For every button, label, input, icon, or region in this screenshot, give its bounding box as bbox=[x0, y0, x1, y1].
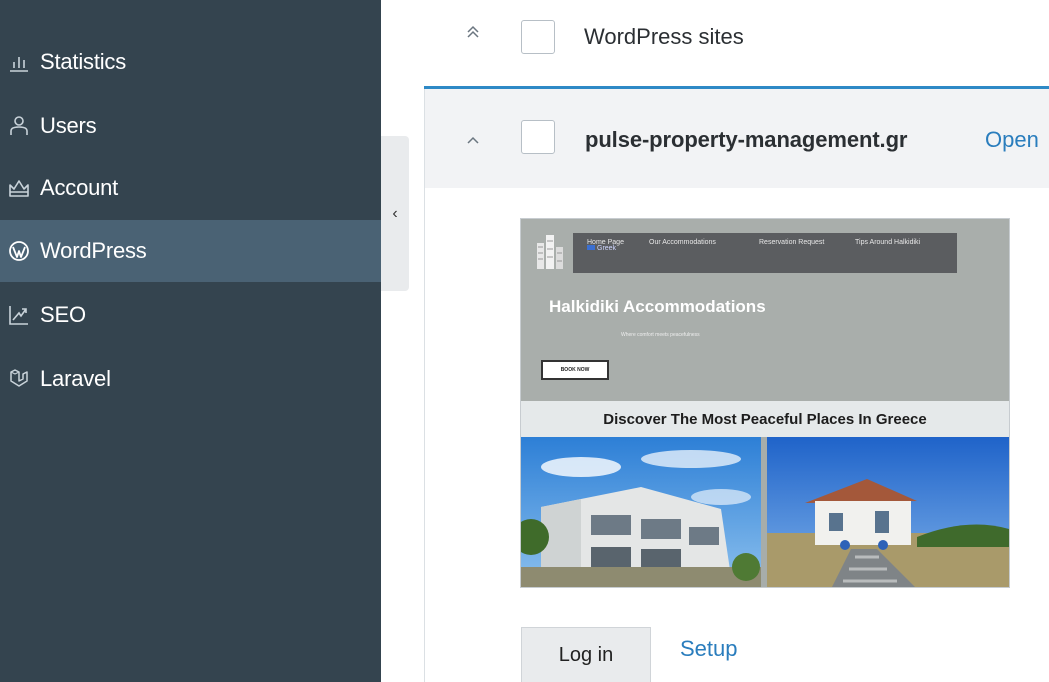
preview-nav-item: Reservation Request bbox=[759, 239, 825, 246]
double-chevron-up-icon[interactable] bbox=[465, 24, 481, 45]
sidebar-item-users[interactable]: Users bbox=[0, 95, 381, 157]
user-icon bbox=[8, 115, 30, 137]
sidebar-item-label: Users bbox=[40, 113, 97, 138]
sidebar-item-label: Laravel bbox=[40, 366, 111, 391]
site-checkbox[interactable] bbox=[521, 120, 555, 154]
main-content: WordPress sites pulse-property-managemen… bbox=[409, 0, 1049, 682]
setup-link[interactable]: Setup bbox=[680, 636, 738, 662]
preview-nav-item: Tips Around Halkidiki bbox=[855, 239, 921, 246]
sidebar: Statistics Users Account WordPress SEO L… bbox=[0, 0, 381, 682]
sidebar-item-label: SEO bbox=[40, 302, 86, 327]
select-all-checkbox[interactable] bbox=[521, 20, 555, 54]
crown-icon bbox=[8, 177, 30, 199]
site-name: pulse-property-management.gr bbox=[585, 127, 908, 152]
preview-nav-item: Our Accommodations bbox=[649, 239, 716, 246]
preview-logo-icon bbox=[537, 235, 563, 269]
sidebar-collapse-button[interactable]: ‹ bbox=[381, 136, 409, 291]
preview-nav: Home Page Our Accommodations Reservation… bbox=[573, 233, 957, 273]
preview-photo-apartments bbox=[521, 437, 761, 587]
laravel-icon bbox=[8, 368, 30, 390]
preview-book-button: BOOK NOW bbox=[541, 360, 609, 380]
sidebar-item-label: Statistics bbox=[40, 49, 127, 74]
preview-photo-house bbox=[767, 437, 1009, 587]
bar-chart-icon bbox=[8, 51, 30, 73]
section-title: WordPress sites bbox=[584, 24, 744, 49]
sidebar-item-wordpress[interactable]: WordPress bbox=[0, 220, 381, 282]
sidebar-item-laravel[interactable]: Laravel bbox=[0, 348, 381, 410]
site-preview[interactable]: Home Page Our Accommodations Reservation… bbox=[520, 218, 1010, 588]
preview-lang: Greek bbox=[587, 245, 616, 252]
preview-hero-title: Halkidiki Accommodations bbox=[549, 297, 766, 316]
trend-icon bbox=[8, 304, 30, 326]
preview-discover-heading: Discover The Most Peaceful Places In Gre… bbox=[521, 401, 1009, 437]
open-site-link[interactable]: Open bbox=[985, 127, 1039, 153]
preview-hero-subtitle: Where comfort meets peacefulness bbox=[621, 332, 700, 338]
greek-flag-icon bbox=[587, 245, 595, 250]
sidebar-item-label: Account bbox=[40, 175, 119, 200]
sidebar-item-seo[interactable]: SEO bbox=[0, 284, 381, 346]
wordpress-icon bbox=[8, 240, 30, 262]
preview-hero: Home Page Our Accommodations Reservation… bbox=[521, 219, 1009, 401]
login-button[interactable]: Log in bbox=[521, 627, 651, 682]
chevron-left-icon: ‹ bbox=[392, 204, 398, 222]
sidebar-item-label: WordPress bbox=[40, 238, 147, 263]
chevron-up-icon[interactable] bbox=[465, 132, 481, 153]
sidebar-item-account[interactable]: Account bbox=[0, 157, 381, 219]
sidebar-item-statistics[interactable]: Statistics bbox=[0, 31, 381, 93]
